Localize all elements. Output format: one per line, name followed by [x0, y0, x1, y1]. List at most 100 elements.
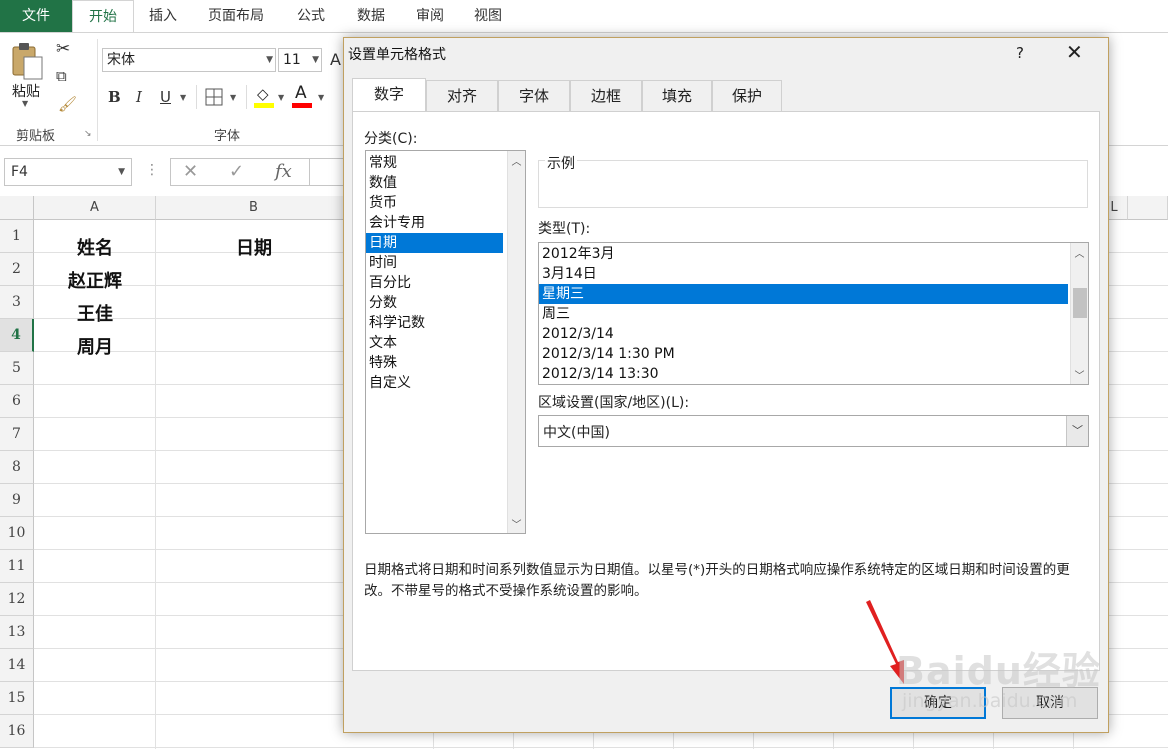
row-header[interactable]: 12	[0, 583, 34, 616]
type-item[interactable]: 2012/3/14 1:30 PM	[539, 344, 1068, 364]
type-item[interactable]: 星期三	[539, 284, 1068, 304]
row-header[interactable]: 16	[0, 715, 34, 748]
paste-label[interactable]: 粘贴	[12, 81, 40, 101]
tab-font[interactable]: 字体	[498, 80, 570, 112]
underline-dropdown-icon[interactable]: ▼	[180, 93, 186, 102]
row-header[interactable]: 6	[0, 385, 34, 418]
tab-formulas[interactable]: 公式	[284, 0, 338, 32]
tab-alignment[interactable]: 对齐	[426, 80, 498, 112]
cell-a4[interactable]: 周月	[34, 333, 156, 359]
category-item[interactable]: 日期	[366, 233, 503, 253]
scroll-thumb[interactable]	[1073, 288, 1087, 318]
category-item[interactable]: 时间	[366, 253, 503, 273]
type-item[interactable]: 2012年3月	[539, 244, 1068, 264]
italic-button[interactable]: I	[136, 88, 142, 106]
format-painter-icon[interactable]: 🖌	[58, 95, 77, 113]
tab-data[interactable]: 数据	[344, 0, 398, 32]
type-item[interactable]: 2012/3/14	[539, 324, 1068, 344]
formula-input[interactable]	[310, 158, 344, 186]
tab-review[interactable]: 审阅	[403, 0, 457, 32]
copy-icon[interactable]: ⧉	[56, 67, 67, 85]
cell-a2[interactable]: 赵正辉	[34, 267, 156, 293]
row-header[interactable]: 7	[0, 418, 34, 451]
cell-a1[interactable]: 姓名	[34, 234, 156, 260]
more-options-icon[interactable]: ⋮	[145, 162, 159, 178]
tab-home[interactable]: 开始	[72, 0, 134, 32]
row-header[interactable]: 5	[0, 352, 34, 385]
column-header-b[interactable]: B	[156, 196, 352, 220]
borders-icon[interactable]	[204, 87, 224, 111]
category-scrollbar[interactable]: ︿ ﹀	[507, 151, 525, 533]
row-header[interactable]: 3	[0, 286, 34, 319]
cancel-icon[interactable]: ✕	[183, 161, 198, 182]
tab-border[interactable]: 边框	[570, 80, 642, 112]
column-header-a[interactable]: A	[34, 196, 156, 220]
font-color-icon[interactable]: A	[292, 83, 314, 109]
tab-protection[interactable]: 保护	[712, 80, 782, 112]
bold-button[interactable]: B	[108, 88, 121, 106]
tab-insert[interactable]: 插入	[136, 0, 190, 32]
type-item[interactable]: 2012/3/14 13:30	[539, 364, 1068, 384]
row-header[interactable]: 8	[0, 451, 34, 484]
column-header[interactable]	[1128, 196, 1168, 220]
scroll-down-icon[interactable]: ﹀	[1071, 367, 1088, 382]
category-item[interactable]: 常规	[366, 153, 503, 173]
tab-file[interactable]: 文件	[0, 0, 72, 32]
paste-button[interactable]	[10, 41, 44, 81]
row-header[interactable]: 14	[0, 649, 34, 682]
dialog-launcher-icon[interactable]: ↘	[84, 129, 92, 139]
cell-a3[interactable]: 王佳	[34, 300, 156, 326]
tab-fill[interactable]: 填充	[642, 80, 712, 112]
type-item[interactable]: 3月14日	[539, 264, 1068, 284]
cut-icon[interactable]: ✂	[56, 39, 70, 59]
font-size-value: 11	[283, 52, 301, 68]
row-header[interactable]: 10	[0, 517, 34, 550]
category-item[interactable]: 数值	[366, 173, 503, 193]
paste-dropdown-icon[interactable]: ▼	[22, 99, 28, 108]
tab-view[interactable]: 视图	[461, 0, 515, 32]
chevron-down-icon[interactable]: ﹀	[1066, 416, 1088, 446]
tab-page-layout[interactable]: 页面布局	[196, 0, 276, 32]
formula-buttons: ✕ ✓ fx	[170, 158, 310, 186]
borders-dropdown-icon[interactable]: ▼	[230, 93, 236, 102]
tab-number[interactable]: 数字	[352, 78, 426, 112]
name-box[interactable]: F4 ▼	[4, 158, 132, 186]
row-header[interactable]: 15	[0, 682, 34, 715]
locale-select[interactable]: 中文(中国) ﹀	[538, 415, 1089, 447]
category-item[interactable]: 分数	[366, 293, 503, 313]
insert-function-icon[interactable]: fx	[275, 161, 292, 182]
grow-font-icon[interactable]: A	[330, 50, 341, 69]
category-item[interactable]: 百分比	[366, 273, 503, 293]
type-scrollbar[interactable]: ︿ ﹀	[1070, 243, 1088, 384]
cell-b1[interactable]: 日期	[156, 234, 352, 260]
category-item[interactable]: 货币	[366, 193, 503, 213]
row-header[interactable]: 2	[0, 253, 34, 286]
underline-button[interactable]: U	[160, 88, 171, 106]
category-item[interactable]: 文本	[366, 333, 503, 353]
category-item[interactable]: 特殊	[366, 353, 503, 373]
scroll-down-icon[interactable]: ﹀	[508, 516, 525, 531]
type-item[interactable]: 周三	[539, 304, 1068, 324]
row-header[interactable]: 1	[0, 220, 34, 253]
scroll-up-icon[interactable]: ︿	[1071, 245, 1088, 260]
font-color-dropdown-icon[interactable]: ▼	[318, 93, 324, 102]
row-header[interactable]: 11	[0, 550, 34, 583]
enter-icon[interactable]: ✓	[229, 161, 244, 182]
select-all-corner[interactable]	[0, 196, 34, 220]
type-list[interactable]: 2012年3月 3月14日 星期三 周三 2012/3/14 2012/3/14 1:30…	[538, 242, 1089, 385]
fill-color-dropdown-icon[interactable]: ▼	[278, 93, 284, 102]
font-size-combo[interactable]: 11 ▼	[278, 48, 322, 72]
watermark-brand: Baidu经验	[896, 649, 1101, 693]
category-item[interactable]: 自定义	[366, 373, 503, 393]
category-list[interactable]: 常规 数值 货币 会计专用 日期 时间 百分比 分数 科学记数 文本 特殊 自定义 ︿ ﹀	[365, 150, 526, 534]
row-header[interactable]: 9	[0, 484, 34, 517]
category-item[interactable]: 会计专用	[366, 213, 503, 233]
help-icon[interactable]: ?	[1016, 44, 1024, 62]
row-header[interactable]: 13	[0, 616, 34, 649]
category-item[interactable]: 科学记数	[366, 313, 503, 333]
fill-color-icon[interactable]: ◇	[254, 83, 276, 109]
scroll-up-icon[interactable]: ︿	[508, 153, 525, 168]
row-header[interactable]: 4	[0, 319, 34, 352]
close-icon[interactable]: ✕	[1066, 40, 1083, 64]
font-name-combo[interactable]: 宋体 ▼	[102, 48, 276, 72]
